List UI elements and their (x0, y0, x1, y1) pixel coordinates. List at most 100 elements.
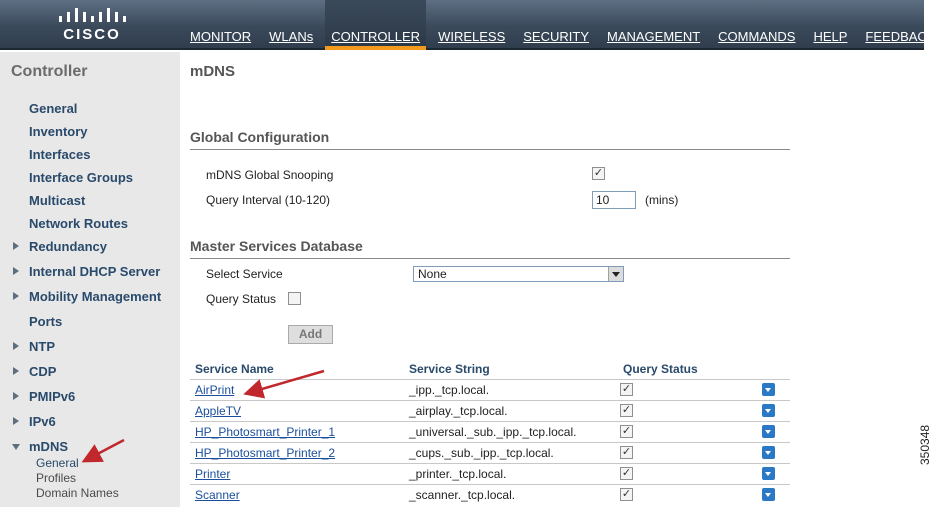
table-row: HP_Photosmart_Printer_1 _universal._sub.… (190, 421, 790, 442)
service-string: _ipp._tcp.local. (409, 383, 490, 397)
sidebar-item-pmipv6[interactable]: PMIPv6 (0, 388, 180, 413)
sidebar-item-label: Redundancy (29, 239, 108, 254)
master-services-database-heading: Master Services Database (190, 238, 790, 259)
chevron-down-icon[interactable] (608, 267, 623, 281)
sidebar-subitem-mdns-domain-names[interactable]: Domain Names (0, 486, 180, 501)
sidebar-item-internal-dhcp-server[interactable]: Internal DHCP Server (0, 263, 180, 288)
mdns-global-snooping-label: mDNS Global Snooping (206, 168, 334, 182)
select-service-dropdown[interactable]: None (413, 266, 624, 282)
query-status-checkbox[interactable]: ✓ (620, 446, 633, 459)
column-header-service-name: Service Name (195, 362, 274, 376)
table-row: Printer _printer._tcp.local. ✓ (190, 463, 790, 484)
select-service-value: None (418, 267, 447, 281)
row-action-dropdown-icon[interactable] (762, 404, 775, 417)
row-action-dropdown-icon[interactable] (762, 383, 775, 396)
nav-monitor[interactable]: MONITOR (184, 0, 257, 50)
nav-wireless[interactable]: WIRELESS (432, 0, 511, 50)
service-name-link[interactable]: AppleTV (195, 404, 241, 418)
checkmark-icon: ✓ (593, 167, 604, 179)
sidebar: Controller General Inventory Interfaces … (0, 52, 180, 507)
sidebar-subitem-mdns-general[interactable]: General (0, 456, 180, 471)
query-interval-input[interactable]: 10 (592, 191, 636, 209)
query-status-checkbox[interactable]: ✓ (620, 383, 633, 396)
row-action-dropdown-icon[interactable] (762, 446, 775, 459)
query-status-checkbox[interactable]: ✓ (620, 425, 633, 438)
query-status-checkbox[interactable] (288, 292, 301, 305)
table-row: Scanner _scanner._tcp.local. ✓ (190, 484, 790, 505)
row-action-dropdown-icon[interactable] (762, 467, 775, 480)
sidebar-menu: General Inventory Interfaces Interface G… (0, 100, 180, 501)
sidebar-item-interfaces[interactable]: Interfaces (0, 146, 180, 169)
nav-feedback[interactable]: FEEDBACK (859, 0, 941, 50)
nav-help[interactable]: HELP (807, 0, 853, 50)
service-string: _airplay._tcp.local. (409, 404, 508, 418)
expand-arrow-icon (13, 292, 19, 300)
table-row: AirPrint _ipp._tcp.local. ✓ (190, 379, 790, 400)
sidebar-item-label: NTP (29, 339, 55, 354)
add-button[interactable]: Add (288, 325, 333, 344)
service-name-link[interactable]: Scanner (195, 488, 240, 502)
cisco-logo-text: CISCO (63, 26, 121, 43)
checkmark-icon: ✓ (621, 488, 632, 500)
checkmark-icon: ✓ (621, 467, 632, 479)
query-status-checkbox[interactable]: ✓ (620, 467, 633, 480)
sidebar-item-cdp[interactable]: CDP (0, 363, 180, 388)
sidebar-item-ipv6[interactable]: IPv6 (0, 413, 180, 438)
nav-security[interactable]: SECURITY (517, 0, 595, 50)
service-name-link[interactable]: Printer (195, 467, 230, 481)
query-interval-unit: (mins) (645, 193, 679, 207)
row-action-dropdown-icon[interactable] (762, 425, 775, 438)
expand-arrow-icon (13, 367, 19, 375)
sidebar-item-label: Mobility Management (29, 289, 162, 304)
checkmark-icon: ✓ (621, 425, 632, 437)
nav-controller[interactable]: CONTROLLER (325, 0, 427, 50)
table-row: HP_Photosmart_Printer_2 _cups._sub._ipp.… (190, 442, 790, 463)
top-navigation-bar: CISCO MONITOR WLANs CONTROLLER WIRELESS … (0, 0, 936, 50)
service-name-link[interactable]: HP_Photosmart_Printer_1 (195, 425, 335, 439)
service-name-link[interactable]: AirPrint (195, 383, 234, 397)
service-string: _cups._sub._ipp._tcp.local. (409, 446, 554, 460)
collapse-arrow-icon (12, 444, 20, 450)
service-string: _scanner._tcp.local. (409, 488, 516, 502)
cisco-logo-bars-icon (59, 8, 126, 22)
table-row: AppleTV _airplay._tcp.local. ✓ (190, 400, 790, 421)
query-status-label: Query Status (206, 292, 277, 306)
page-title: mDNS (190, 63, 236, 80)
select-service-label: Select Service (206, 267, 283, 281)
main-nav: MONITOR WLANs CONTROLLER WIRELESS SECURI… (184, 0, 942, 50)
checkmark-icon: ✓ (621, 404, 632, 416)
query-interval-label: Query Interval (10-120) (206, 193, 331, 207)
query-status-checkbox[interactable]: ✓ (620, 404, 633, 417)
sidebar-item-mobility-management[interactable]: Mobility Management (0, 288, 180, 313)
services-table-header: Service Name Service String Query Status (190, 362, 790, 378)
sidebar-item-mdns[interactable]: mDNS (0, 438, 180, 456)
sidebar-item-ports[interactable]: Ports (0, 313, 180, 338)
sidebar-title: Controller (11, 63, 88, 80)
sidebar-item-label: PMIPv6 (29, 389, 76, 404)
sidebar-item-label: mDNS (29, 439, 69, 454)
sidebar-item-label: IPv6 (29, 414, 56, 429)
sidebar-item-ntp[interactable]: NTP (0, 338, 180, 363)
nav-wlans[interactable]: WLANs (263, 0, 319, 50)
sidebar-item-network-routes[interactable]: Network Routes (0, 215, 180, 238)
sidebar-item-label: CDP (29, 364, 57, 379)
service-string: _printer._tcp.local. (409, 467, 507, 481)
figure-number: 350348 (918, 424, 932, 465)
sidebar-item-interface-groups[interactable]: Interface Groups (0, 169, 180, 192)
column-header-service-string: Service String (409, 362, 490, 376)
mdns-global-snooping-checkbox[interactable]: ✓ (592, 167, 605, 180)
row-action-dropdown-icon[interactable] (762, 488, 775, 501)
expand-arrow-icon (13, 417, 19, 425)
nav-management[interactable]: MANAGEMENT (601, 0, 706, 50)
sidebar-subitem-mdns-profiles[interactable]: Profiles (0, 471, 180, 486)
query-status-checkbox[interactable]: ✓ (620, 488, 633, 501)
service-string: _universal._sub._ipp._tcp.local. (409, 425, 577, 439)
sidebar-item-general[interactable]: General (0, 100, 180, 123)
sidebar-item-inventory[interactable]: Inventory (0, 123, 180, 146)
sidebar-item-multicast[interactable]: Multicast (0, 192, 180, 215)
nav-commands[interactable]: COMMANDS (712, 0, 801, 50)
service-name-link[interactable]: HP_Photosmart_Printer_2 (195, 446, 335, 460)
sidebar-item-redundancy[interactable]: Redundancy (0, 238, 180, 263)
expand-arrow-icon (13, 267, 19, 275)
checkmark-icon: ✓ (621, 446, 632, 458)
